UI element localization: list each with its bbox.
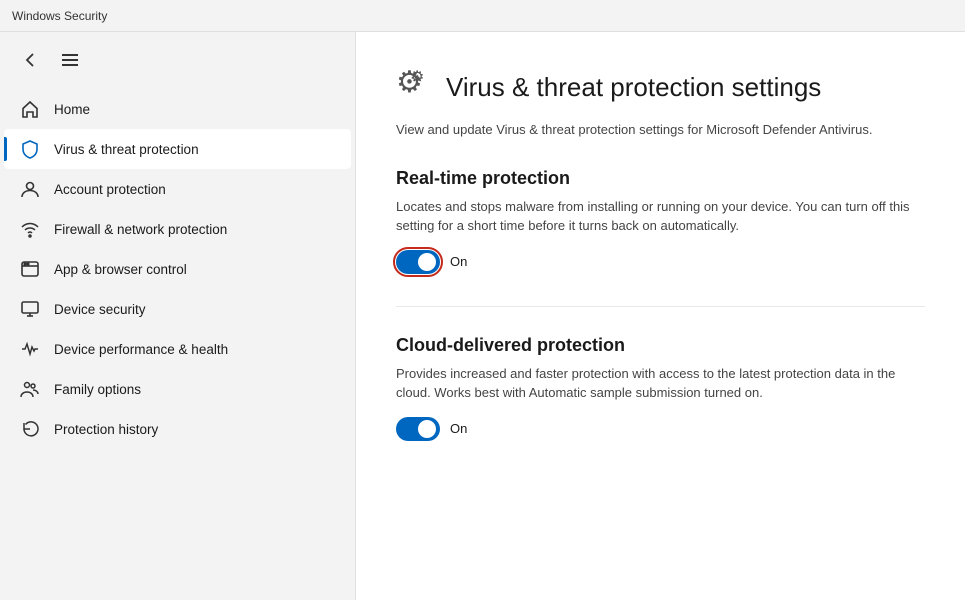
cloud-toggle-row: On [396, 417, 925, 441]
cloud-section: Cloud-delivered protection Provides incr… [396, 335, 925, 441]
sidebar-item-virus[interactable]: Virus & threat protection [4, 129, 351, 169]
cloud-toggle-label: On [450, 421, 467, 436]
sidebar-label-history: Protection history [54, 422, 158, 437]
menu-button[interactable] [56, 46, 84, 79]
page-subtitle: View and update Virus & threat protectio… [396, 120, 925, 140]
sidebar-item-home[interactable]: Home [4, 89, 351, 129]
section-divider [396, 306, 925, 307]
app-title: Windows Security [12, 9, 107, 23]
sidebar-label-firewall: Firewall & network protection [54, 222, 227, 237]
realtime-toggle-row: On [396, 250, 925, 274]
title-bar: Windows Security [0, 0, 965, 32]
sidebar-label-home: Home [54, 102, 90, 117]
sidebar-top [0, 40, 355, 85]
shield-icon [20, 139, 40, 159]
page-header: ⚙ ⚙ Virus & threat protection settings [396, 64, 925, 110]
sidebar: Home Virus & threat protection Account p… [0, 32, 355, 600]
page-title: Virus & threat protection settings [446, 72, 821, 103]
sidebar-item-family[interactable]: Family options [4, 369, 351, 409]
realtime-desc: Locates and stops malware from installin… [396, 197, 925, 236]
sidebar-item-app[interactable]: App & browser control [4, 249, 351, 289]
realtime-toggle-label: On [450, 254, 467, 269]
sidebar-label-family: Family options [54, 382, 141, 397]
history-icon [20, 419, 40, 439]
sidebar-label-account: Account protection [54, 182, 166, 197]
content-area: ⚙ ⚙ Virus & threat protection settings V… [355, 32, 965, 600]
realtime-toggle[interactable] [396, 250, 440, 274]
home-icon [20, 99, 40, 119]
family-icon [20, 379, 40, 399]
sidebar-label-device-security: Device security [54, 302, 146, 317]
wifi-icon [20, 219, 40, 239]
sidebar-label-app: App & browser control [54, 262, 187, 277]
app-icon [20, 259, 40, 279]
cloud-desc: Provides increased and faster protection… [396, 364, 925, 403]
sidebar-item-device-security[interactable]: Device security [4, 289, 351, 329]
cloud-title: Cloud-delivered protection [396, 335, 925, 356]
sidebar-item-history[interactable]: Protection history [4, 409, 351, 449]
page-header-icon: ⚙ ⚙ [396, 64, 434, 110]
cloud-toggle[interactable] [396, 417, 440, 441]
main-layout: Home Virus & threat protection Account p… [0, 32, 965, 600]
realtime-section: Real-time protection Locates and stops m… [396, 168, 925, 274]
sidebar-item-firewall[interactable]: Firewall & network protection [4, 209, 351, 249]
realtime-title: Real-time protection [396, 168, 925, 189]
svg-text:⚙: ⚙ [410, 69, 424, 86]
sidebar-item-device-health[interactable]: Device performance & health [4, 329, 351, 369]
sidebar-item-account[interactable]: Account protection [4, 169, 351, 209]
monitor-icon [20, 299, 40, 319]
person-icon [20, 179, 40, 199]
sidebar-label-device-health: Device performance & health [54, 342, 228, 357]
sidebar-label-virus: Virus & threat protection [54, 142, 199, 157]
health-icon [20, 339, 40, 359]
back-button[interactable] [16, 46, 44, 79]
